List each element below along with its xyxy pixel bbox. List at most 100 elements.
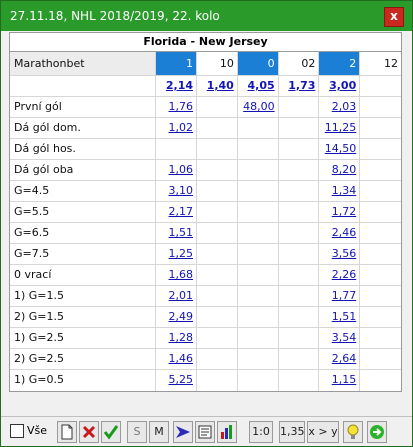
table-row: G=6.5 1,51 2,46 xyxy=(10,223,401,244)
m-button[interactable]: M xyxy=(149,421,169,443)
score-button[interactable]: 1:0 xyxy=(249,421,273,443)
odds-cell[interactable]: 5,25 xyxy=(156,370,198,391)
odds-cell[interactable]: 4,05 xyxy=(238,76,279,96)
new-document-icon xyxy=(61,424,73,440)
odds-cell[interactable] xyxy=(360,76,401,96)
bar-chart-icon xyxy=(221,425,232,439)
odds-cell xyxy=(238,118,279,138)
odds-cell xyxy=(279,244,320,264)
odds-cell[interactable]: 1,02 xyxy=(156,118,198,138)
odds-cell[interactable]: 11,25 xyxy=(319,118,361,138)
odds-cell[interactable]: 1,73 xyxy=(279,76,320,96)
column-header[interactable]: 2 xyxy=(319,52,361,75)
odds-cell[interactable]: 2,01 xyxy=(156,286,198,306)
odds-cell[interactable]: 1,15 xyxy=(319,370,361,391)
odds-cell[interactable]: 3,00 xyxy=(319,76,361,96)
odds-cell[interactable]: 8,20 xyxy=(319,160,361,180)
s-button[interactable]: S xyxy=(127,421,147,443)
row-label: 2) G=2.5 xyxy=(10,349,157,369)
odds-cell[interactable]: 2,17 xyxy=(156,202,198,222)
table-row: G=7.5 1,25 3,56 xyxy=(10,244,401,265)
odds-cell[interactable]: 2,14 xyxy=(156,76,198,96)
odds-cell[interactable]: 1,40 xyxy=(197,76,238,96)
all-checkbox[interactable] xyxy=(10,424,24,438)
tip-button[interactable] xyxy=(343,421,363,443)
odds-cell[interactable]: 2,49 xyxy=(156,307,198,327)
odds-cell xyxy=(197,202,238,222)
odds-cell[interactable]: 1,77 xyxy=(319,286,361,306)
close-button[interactable]: x xyxy=(384,7,404,27)
table-row: G=4.5 3,10 1,34 xyxy=(10,181,401,202)
odds-cell[interactable]: 3,54 xyxy=(319,328,361,348)
odds-cell xyxy=(360,139,401,159)
odds-cell xyxy=(197,97,238,117)
check-icon xyxy=(103,425,119,440)
column-header[interactable]: 02 xyxy=(278,52,320,75)
compare-button[interactable]: x > y xyxy=(307,421,339,443)
odds-cell[interactable]: 1,51 xyxy=(156,223,198,243)
odds-cell[interactable]: 1,76 xyxy=(156,97,198,117)
odds-cell xyxy=(238,349,279,369)
column-header[interactable]: 10 xyxy=(197,52,238,75)
chart-button[interactable] xyxy=(217,421,237,443)
row-label: G=7.5 xyxy=(10,244,157,264)
green-arrow-icon xyxy=(370,425,384,439)
odds-cell[interactable]: 3,10 xyxy=(156,181,198,201)
delete-button[interactable] xyxy=(79,421,99,443)
odds-cell[interactable]: 2,64 xyxy=(319,349,361,369)
odds-cell xyxy=(279,118,320,138)
odds-cell xyxy=(197,328,238,348)
odds-cell xyxy=(360,118,401,138)
odds-cell[interactable]: 1,72 xyxy=(319,202,361,222)
odds-button[interactable]: 1,35 xyxy=(279,421,305,443)
odds-cell[interactable]: 2,03 xyxy=(319,97,361,117)
column-header[interactable]: 12 xyxy=(360,52,402,75)
odds-cell[interactable]: 2,26 xyxy=(319,265,361,285)
row-label: 1) G=1.5 xyxy=(10,286,157,306)
odds-cell[interactable]: 2,46 xyxy=(319,223,361,243)
table-row: Dá gól dom. 1,02 11,25 xyxy=(10,118,401,139)
odds-cell xyxy=(238,160,279,180)
row-label: Dá gól oba xyxy=(10,160,157,180)
odds-cell[interactable]: 1,46 xyxy=(156,349,198,369)
notes-button[interactable] xyxy=(195,421,215,443)
confirm-button[interactable] xyxy=(101,421,121,443)
odds-cell xyxy=(279,202,320,222)
odds-cell xyxy=(238,286,279,306)
table-header-row: Marathonbet 1 10 0 02 2 12 xyxy=(10,52,402,76)
table-row: 2) G=2.5 1,46 2,64 xyxy=(10,349,401,370)
odds-cell xyxy=(360,349,401,369)
bottom-toolbar: Vše S M 1:0 1,35 x > y xyxy=(1,416,412,446)
odds-cell[interactable]: 48,00 xyxy=(238,97,279,117)
odds-cell[interactable]: 1,06 xyxy=(156,160,198,180)
column-header[interactable]: 0 xyxy=(237,52,279,75)
odds-cell xyxy=(238,265,279,285)
odds-cell xyxy=(279,97,320,117)
column-header[interactable]: 1 xyxy=(156,52,198,75)
odds-cell xyxy=(360,370,401,391)
all-checkbox-label: Vše xyxy=(27,424,48,437)
odds-cell xyxy=(238,307,279,327)
odds-cell[interactable]: 1,34 xyxy=(319,181,361,201)
odds-cell[interactable]: 1,51 xyxy=(319,307,361,327)
window-title: 27.11.18, NHL 2018/2019, 22. kolo xyxy=(10,9,220,23)
odds-cell xyxy=(360,160,401,180)
match-title: Florida - New Jersey xyxy=(9,32,402,51)
odds-cell xyxy=(197,139,238,159)
row-label: První gól xyxy=(10,97,157,117)
table-row: 1) G=1.5 2,01 1,77 xyxy=(10,286,401,307)
odds-table: Marathonbet 1 10 0 02 2 12 2,14 1,40 4,0… xyxy=(9,51,402,392)
odds-cell[interactable]: 1,28 xyxy=(156,328,198,348)
row-label: Dá gól dom. xyxy=(10,118,157,138)
row-label: 1) G=2.5 xyxy=(10,328,157,348)
odds-cell[interactable]: 14,50 xyxy=(319,139,361,159)
odds-cell[interactable]: 3,56 xyxy=(319,244,361,264)
odds-cell[interactable]: 1,25 xyxy=(156,244,198,264)
table-row: 0 vrací 1,68 2,26 xyxy=(10,265,401,286)
odds-cell xyxy=(197,349,238,369)
new-document-button[interactable] xyxy=(57,421,77,443)
odds-cell[interactable]: 1,68 xyxy=(156,265,198,285)
go-button[interactable] xyxy=(367,421,387,443)
send-button[interactable] xyxy=(173,421,193,443)
odds-cell xyxy=(238,139,279,159)
